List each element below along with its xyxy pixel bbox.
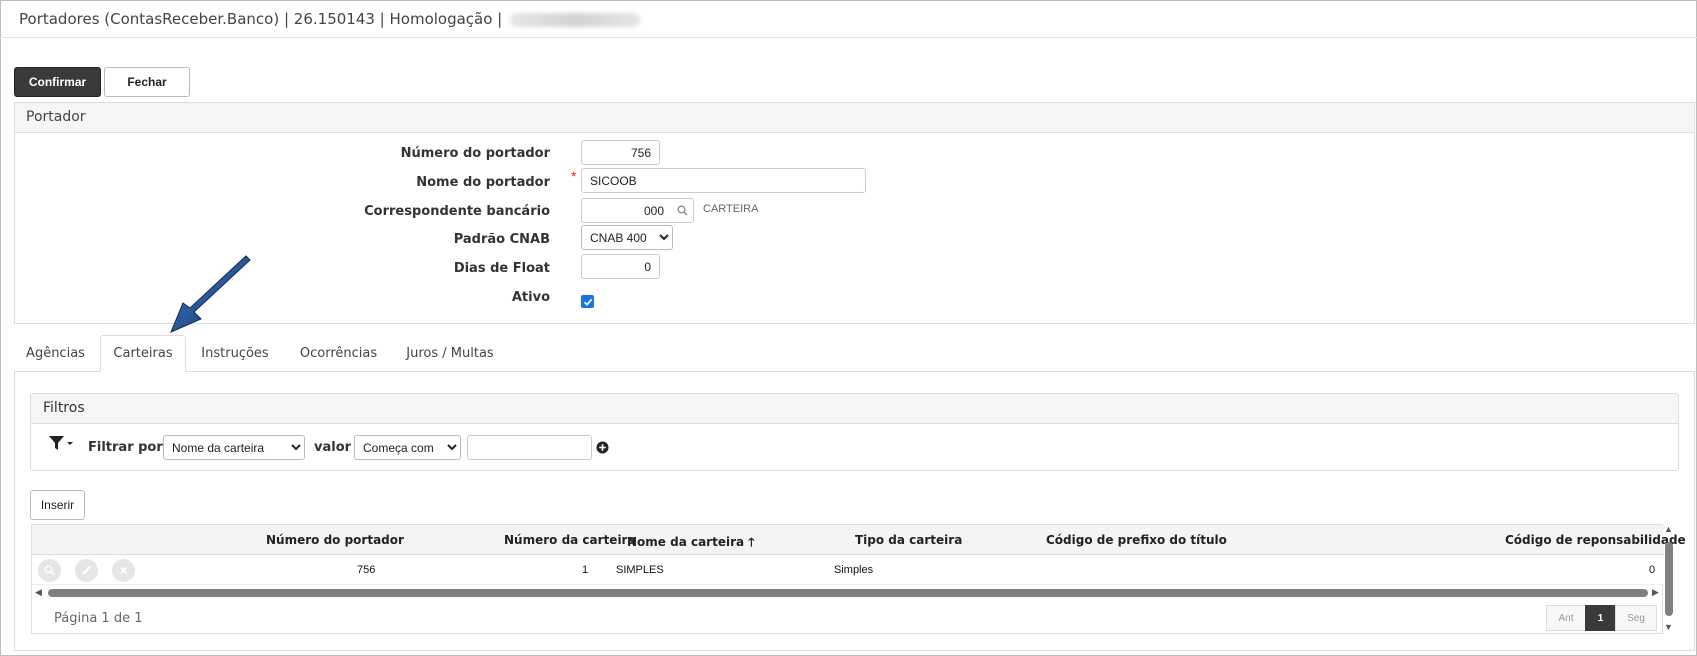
next-page-button[interactable]: Seg bbox=[1615, 605, 1657, 631]
cell-numero-carteira: 1 bbox=[582, 564, 589, 576]
add-filter-button[interactable] bbox=[596, 441, 609, 454]
table-row[interactable]: 756 1 SIMPLES Simples 0 bbox=[32, 555, 1664, 585]
nome-portador-input[interactable] bbox=[581, 168, 866, 193]
portador-section-title: Portador bbox=[15, 103, 1694, 133]
dias-float-label: Dias de Float bbox=[453, 261, 550, 276]
correspondente-input[interactable] bbox=[581, 198, 673, 223]
scroll-right-icon[interactable]: ▶ bbox=[1652, 587, 1659, 598]
tab-instrucoes[interactable]: Instruções bbox=[190, 335, 280, 372]
tab-carteiras[interactable]: Carteiras bbox=[100, 335, 186, 372]
horizontal-scroll-thumb[interactable] bbox=[48, 589, 1648, 597]
grid-header: Número do portador Número da carteira No… bbox=[32, 525, 1686, 555]
horizontal-scrollbar[interactable]: ◀ ▶ bbox=[34, 586, 1662, 598]
scroll-up-icon[interactable]: ▲ bbox=[1664, 524, 1673, 534]
annotation-arrow-icon bbox=[170, 255, 251, 333]
window-title: Portadores (ContasReceber.Banco) | 26.15… bbox=[19, 10, 641, 28]
carteiras-grid: Número do portador Número da carteira No… bbox=[31, 524, 1686, 634]
col-codigo-responsabilidade[interactable]: Código de reponsabilidade bbox=[1505, 533, 1686, 547]
numero-portador-label: Número do portador bbox=[400, 146, 550, 161]
col-tipo-carteira[interactable]: Tipo da carteira bbox=[855, 533, 962, 547]
search-icon bbox=[677, 205, 688, 216]
tab-agencias[interactable]: Agências bbox=[14, 335, 97, 372]
edit-row-button[interactable] bbox=[75, 559, 98, 582]
view-row-button[interactable] bbox=[38, 559, 61, 582]
ativo-label: Ativo bbox=[511, 290, 550, 305]
plus-circle-icon bbox=[596, 441, 609, 454]
close-icon bbox=[119, 566, 128, 575]
redacted-environment-blur bbox=[510, 12, 641, 27]
ativo-checkbox[interactable] bbox=[581, 295, 594, 308]
funnel-icon bbox=[49, 436, 73, 450]
tab-juros-multas[interactable]: Juros / Multas bbox=[395, 335, 505, 372]
insert-button[interactable]: Inserir bbox=[30, 490, 85, 520]
cell-codigo-responsabilidade: 0 bbox=[1649, 564, 1656, 576]
col-numero-carteira[interactable]: Número da carteira bbox=[504, 533, 636, 547]
title-bar: Portadores (ContasReceber.Banco) | 26.15… bbox=[0, 0, 1697, 38]
col-codigo-prefixo[interactable]: Código de prefixo do título bbox=[1046, 533, 1227, 547]
filters-title: Filtros bbox=[31, 394, 1678, 424]
filter-by-label: Filtrar por bbox=[88, 440, 163, 455]
pagination-info: Página 1 de 1 bbox=[54, 611, 143, 626]
dias-float-input[interactable] bbox=[581, 254, 660, 279]
col-numero-portador[interactable]: Número do portador bbox=[266, 533, 404, 547]
prev-page-button[interactable]: Ant bbox=[1546, 605, 1586, 631]
numero-portador-input[interactable] bbox=[581, 140, 660, 165]
delete-row-button[interactable] bbox=[112, 559, 135, 582]
filter-value-input[interactable] bbox=[467, 435, 592, 460]
current-page-button[interactable]: 1 bbox=[1585, 605, 1616, 631]
filter-operator-select[interactable]: Começa com bbox=[354, 435, 461, 460]
vertical-scrollbar[interactable]: ▲ ▼ bbox=[1663, 524, 1675, 634]
cell-numero-portador: 756 bbox=[357, 564, 376, 576]
scroll-down-icon[interactable]: ▼ bbox=[1664, 622, 1673, 632]
filter-field-select[interactable]: Nome da carteira bbox=[163, 435, 305, 460]
col-nome-carteira[interactable]: Nome da carteira 🡑 bbox=[627, 533, 755, 554]
cell-tipo-carteira: Simples bbox=[834, 564, 874, 576]
required-marker: * bbox=[571, 168, 577, 184]
filter-value-label: valor bbox=[314, 440, 352, 455]
padrao-cnab-select[interactable]: CNAB 400 bbox=[581, 225, 673, 250]
filter-menu-icon[interactable] bbox=[48, 434, 74, 452]
cell-nome-carteira: SIMPLES bbox=[616, 564, 664, 576]
sort-ascending-icon: 🡑 bbox=[748, 535, 755, 549]
col-nome-carteira-label: Nome da carteira bbox=[627, 535, 745, 549]
padrao-cnab-label: Padrão CNAB bbox=[453, 232, 550, 247]
check-icon bbox=[583, 298, 592, 306]
correspondente-label: Correspondente bancário bbox=[364, 204, 550, 219]
vertical-scroll-thumb[interactable] bbox=[1665, 542, 1673, 616]
confirm-button[interactable]: Confirmar bbox=[14, 67, 101, 97]
window-title-text: Portadores (ContasReceber.Banco) | 26.15… bbox=[19, 10, 503, 28]
tab-ocorrencias[interactable]: Ocorrências bbox=[290, 335, 387, 372]
nome-portador-label: Nome do portador bbox=[416, 175, 550, 190]
pencil-icon bbox=[82, 566, 91, 575]
correspondente-description: CARTEIRA bbox=[703, 203, 759, 215]
close-button[interactable]: Fechar bbox=[104, 67, 190, 97]
correspondente-lookup-button[interactable] bbox=[672, 198, 694, 223]
scroll-left-icon[interactable]: ◀ bbox=[35, 587, 42, 598]
search-icon bbox=[44, 565, 55, 576]
